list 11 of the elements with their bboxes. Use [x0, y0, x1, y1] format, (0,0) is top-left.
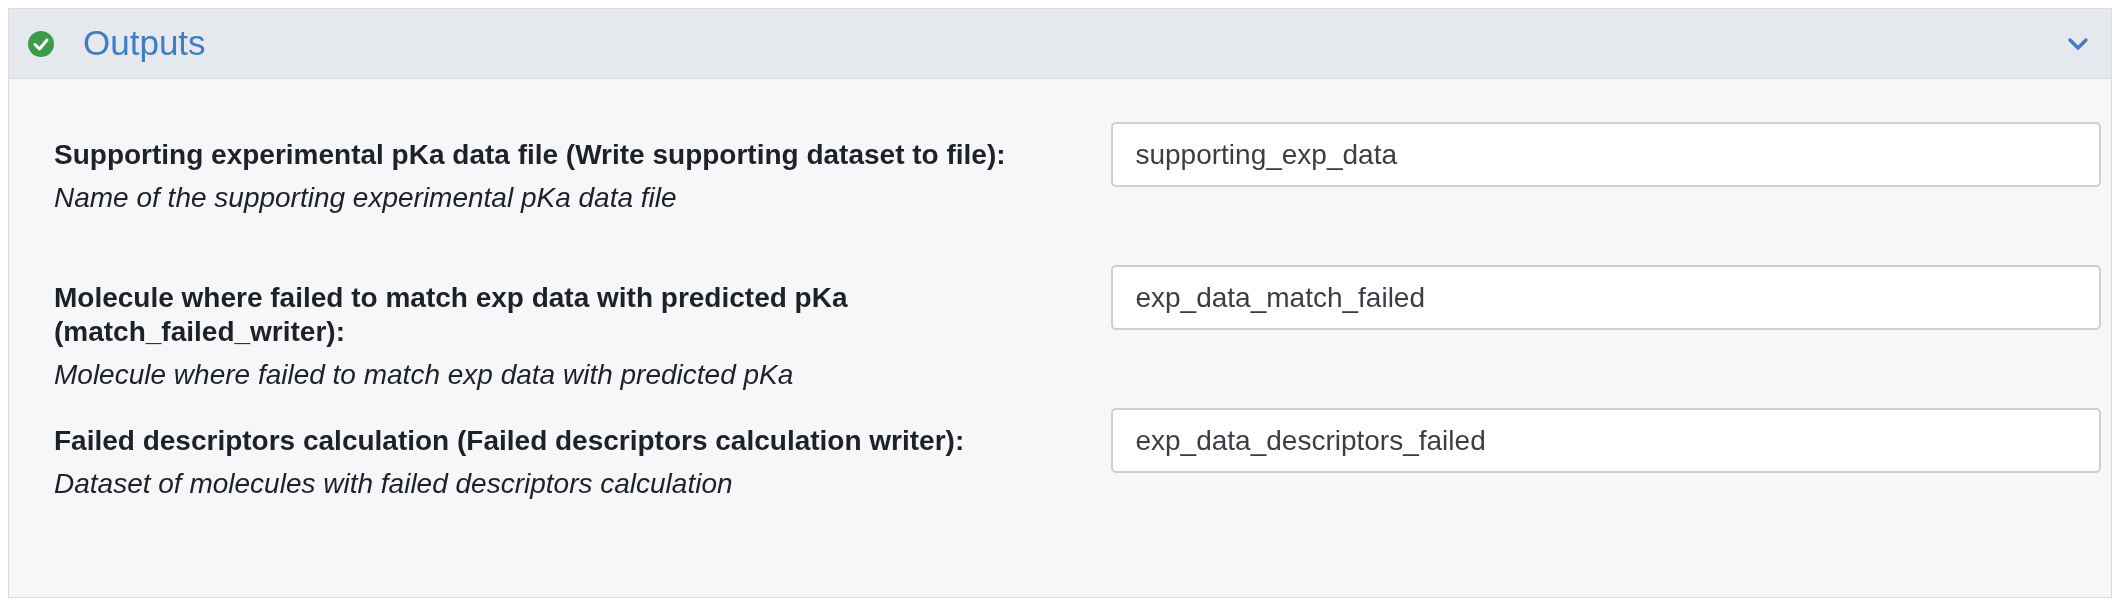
- input-field[interactable]: exp_data_descriptors_failed: [1111, 408, 2101, 473]
- input-field[interactable]: exp_data_match_failed: [1111, 265, 2101, 330]
- output-description: Name of the supporting experimental pKa data file: [54, 181, 678, 215]
- output-label: Molecule where failed to match exp data with predicted pKa (match_failed_writer):: [54, 281, 849, 349]
- section-title: Outputs: [83, 22, 206, 65]
- chevron-icon[interactable]: [2067, 36, 2089, 51]
- output-label: Supporting experimental pKa data file (Write supporting dataset to file):: [54, 138, 1007, 172]
- input-field[interactable]: supporting_exp_data: [1111, 122, 2101, 187]
- output-label: Failed descriptors calculation (Failed descriptors calculation writer):: [54, 424, 966, 458]
- output-description: Molecule where failed to match exp data with predicted pKa: [54, 358, 795, 392]
- output-description: Dataset of molecules with failed descriptors calculation: [54, 467, 734, 501]
